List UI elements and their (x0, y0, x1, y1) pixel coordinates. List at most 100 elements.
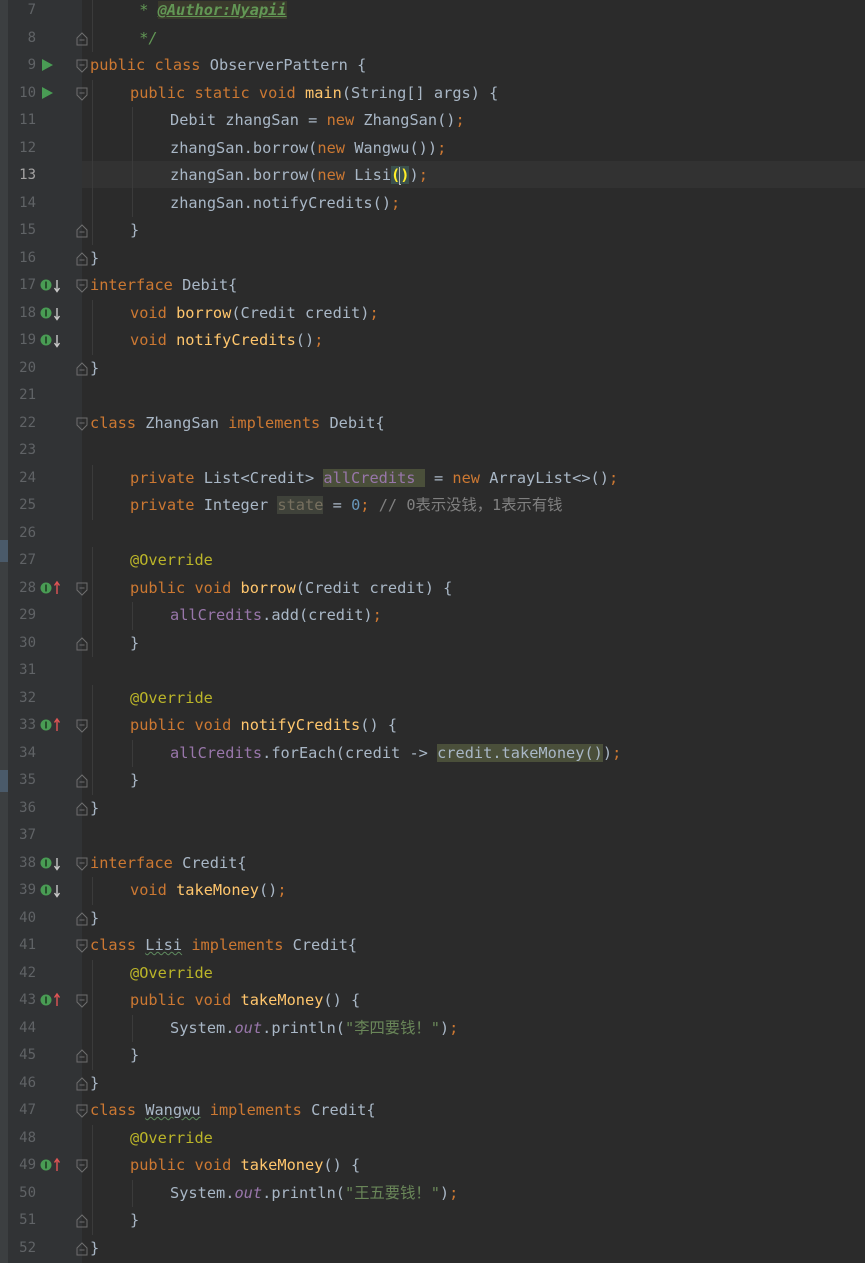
code-line[interactable]: 27 @Override (0, 547, 865, 575)
code-line[interactable]: 32 @Override (0, 684, 865, 712)
code-line[interactable]: 29 allCredits.add(credit); (0, 602, 865, 630)
line-number: 19 (19, 332, 36, 348)
code-line[interactable]: 10 public static void main(String[] args)… (0, 79, 865, 107)
code-line[interactable]: 44 System.out.println("李四要钱！"); (0, 1014, 865, 1042)
code-token: public void (130, 1156, 241, 1174)
code-line[interactable]: 15} (0, 217, 865, 245)
fold-collapse-icon[interactable] (76, 87, 88, 101)
code-line[interactable]: 8 */ (0, 24, 865, 52)
fold-end-icon[interactable] (76, 774, 88, 788)
code-line[interactable]: 42 @Override (0, 959, 865, 987)
code-line[interactable]: 31 (0, 657, 865, 685)
code-line[interactable]: 47 class Wangwu implements Credit{ (0, 1097, 865, 1125)
implemented-marker-icon[interactable] (40, 881, 64, 899)
code-line[interactable]: 38 interface Credit{ (0, 850, 865, 878)
code-line[interactable]: 21 (0, 382, 865, 410)
fold-slot (76, 575, 90, 603)
fold-end-icon[interactable] (76, 1049, 88, 1063)
code-line[interactable]: 37 (0, 822, 865, 850)
fold-end-icon[interactable] (76, 251, 88, 266)
code-line[interactable]: 28 public void borrow(Credit credit) { (0, 574, 865, 603)
gutter-icon-slot (40, 1070, 70, 1098)
fold-collapse-icon[interactable] (76, 719, 88, 733)
line-number: 45 (19, 1047, 36, 1063)
implemented-marker-icon[interactable] (40, 276, 64, 294)
indent-guide (92, 712, 93, 740)
implemented-marker-icon[interactable] (40, 331, 64, 349)
code-line[interactable]: 24 private List<Credit> allCredits = new … (0, 464, 865, 492)
code-token: Lisi (145, 936, 183, 954)
fold-end-icon[interactable] (76, 801, 88, 816)
code-line[interactable]: 7 * @Author:Nyapii (0, 0, 865, 25)
code-line[interactable]: 52} (0, 1235, 865, 1263)
overrides-marker-icon[interactable] (40, 991, 64, 1009)
code-line[interactable]: 12 zhangSan.borrow(new Wangwu()); (0, 134, 865, 162)
code-line[interactable]: 50 System.out.println("王五要钱！"); (0, 1179, 865, 1207)
fold-collapse-icon[interactable] (76, 1159, 88, 1173)
code-text: } (90, 905, 99, 933)
fold-collapse-icon[interactable] (76, 939, 88, 953)
code-line[interactable]: 20} (0, 355, 865, 383)
gutter-icon-slot (40, 190, 70, 218)
fold-collapse-icon[interactable] (76, 59, 88, 73)
implemented-marker-icon[interactable] (40, 304, 64, 322)
code-line[interactable]: 34 allCredits.forEach(credit -> credit.ta… (0, 739, 865, 767)
implemented-marker-icon[interactable] (40, 854, 64, 872)
fold-collapse-icon[interactable] (76, 582, 88, 596)
code-line[interactable]: 23 (0, 437, 865, 465)
fold-collapse-icon[interactable] (76, 994, 88, 1008)
fold-end-icon[interactable] (76, 1076, 88, 1091)
code-token: notifyCredits (176, 331, 296, 349)
code-line[interactable]: 16} (0, 245, 865, 273)
code-line[interactable]: 17 interface Debit{ (0, 272, 865, 300)
code-token: Credit{ (292, 936, 358, 954)
fold-end-icon[interactable] (76, 1241, 88, 1256)
indent-guide (92, 134, 93, 162)
code-line[interactable]: 41 class Lisi implements Credit{ (0, 932, 865, 960)
code-line[interactable]: 39 void takeMoney(); (0, 877, 865, 905)
code-line[interactable]: 51} (0, 1207, 865, 1235)
run-icon[interactable] (40, 86, 54, 100)
fold-collapse-icon[interactable] (76, 417, 88, 431)
code-editor[interactable]: 7 * @Author:Nyapii 8 */9 public class Obse… (0, 0, 865, 1262)
code-line[interactable]: 30} (0, 629, 865, 657)
fold-collapse-icon[interactable] (76, 857, 88, 871)
fold-collapse-icon[interactable] (76, 1104, 88, 1118)
fold-slot (76, 602, 90, 630)
code-token: interface (90, 276, 183, 294)
code-line[interactable]: 22 class ZhangSan implements Debit{ (0, 410, 865, 438)
fold-slot (76, 547, 90, 575)
code-line[interactable]: 25 private Integer state = 0; // 0表示没钱，1表… (0, 492, 865, 520)
code-line[interactable]: 48 @Override (0, 1124, 865, 1152)
code-line[interactable]: 9 public class ObserverPattern { (0, 52, 865, 80)
code-line[interactable]: 40} (0, 905, 865, 933)
code-text: } (90, 355, 99, 383)
fold-end-icon[interactable] (76, 224, 88, 238)
fold-collapse-icon[interactable] (76, 279, 88, 293)
fold-end-icon[interactable] (76, 911, 88, 926)
code-line[interactable]: 45} (0, 1042, 865, 1070)
code-line[interactable]: 19 void notifyCredits(); (0, 327, 865, 355)
code-line[interactable]: 14 zhangSan.notifyCredits(); (0, 189, 865, 218)
code-line[interactable]: 49 public void takeMoney() { (0, 1152, 865, 1180)
fold-end-icon[interactable] (76, 1214, 88, 1228)
overrides-marker-icon[interactable] (40, 1156, 64, 1174)
code-line[interactable]: 11 Debit zhangSan = new ZhangSan(); (0, 107, 865, 135)
code-line[interactable]: 33 public void notifyCredits() { (0, 712, 865, 740)
fold-end-icon[interactable] (76, 31, 88, 46)
code-token: Credit{ (311, 1101, 376, 1119)
run-icon[interactable] (40, 58, 54, 72)
code-line[interactable]: 35} (0, 767, 865, 795)
code-line[interactable]: 46} (0, 1070, 865, 1098)
code-line[interactable]: 26 (0, 520, 865, 548)
overrides-marker-icon[interactable] (40, 716, 64, 734)
code-line[interactable]: 43 public void takeMoney() { (0, 987, 865, 1015)
code-line[interactable]: 36} (0, 795, 865, 823)
overrides-marker-icon[interactable] (40, 579, 64, 597)
code-line[interactable]: 13 zhangSan.borrow(new Lisi()); (0, 162, 865, 190)
fold-end-icon[interactable] (76, 636, 88, 651)
line-number: 16 (19, 249, 36, 266)
fold-end-icon[interactable] (76, 361, 88, 376)
code-line[interactable]: 18 void borrow(Credit credit); (0, 299, 865, 327)
